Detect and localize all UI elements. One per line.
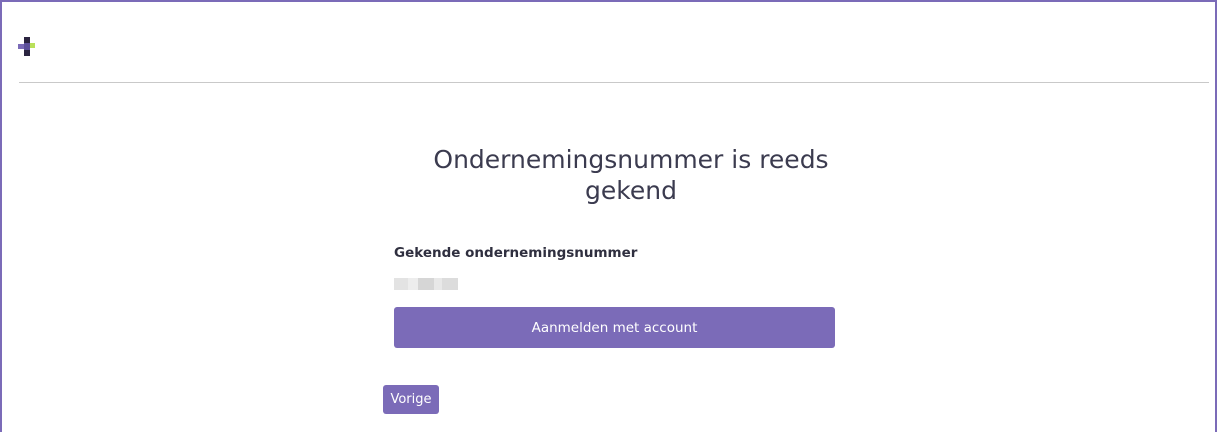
puzzle-pixel-logo-icon [18, 37, 36, 57]
enterprise-number-label: Gekende ondernemingsnummer [394, 245, 638, 261]
enterprise-number-value-masked [394, 278, 458, 290]
header-divider [19, 82, 1209, 83]
login-with-account-button[interactable]: Aanmelden met account [394, 307, 835, 348]
page-title: Ondernemingsnummer is reeds gekend [433, 145, 829, 205]
page-frame: Ondernemingsnummer is reeds gekend Geken… [0, 0, 1217, 432]
back-button[interactable]: Vorige [383, 385, 439, 414]
